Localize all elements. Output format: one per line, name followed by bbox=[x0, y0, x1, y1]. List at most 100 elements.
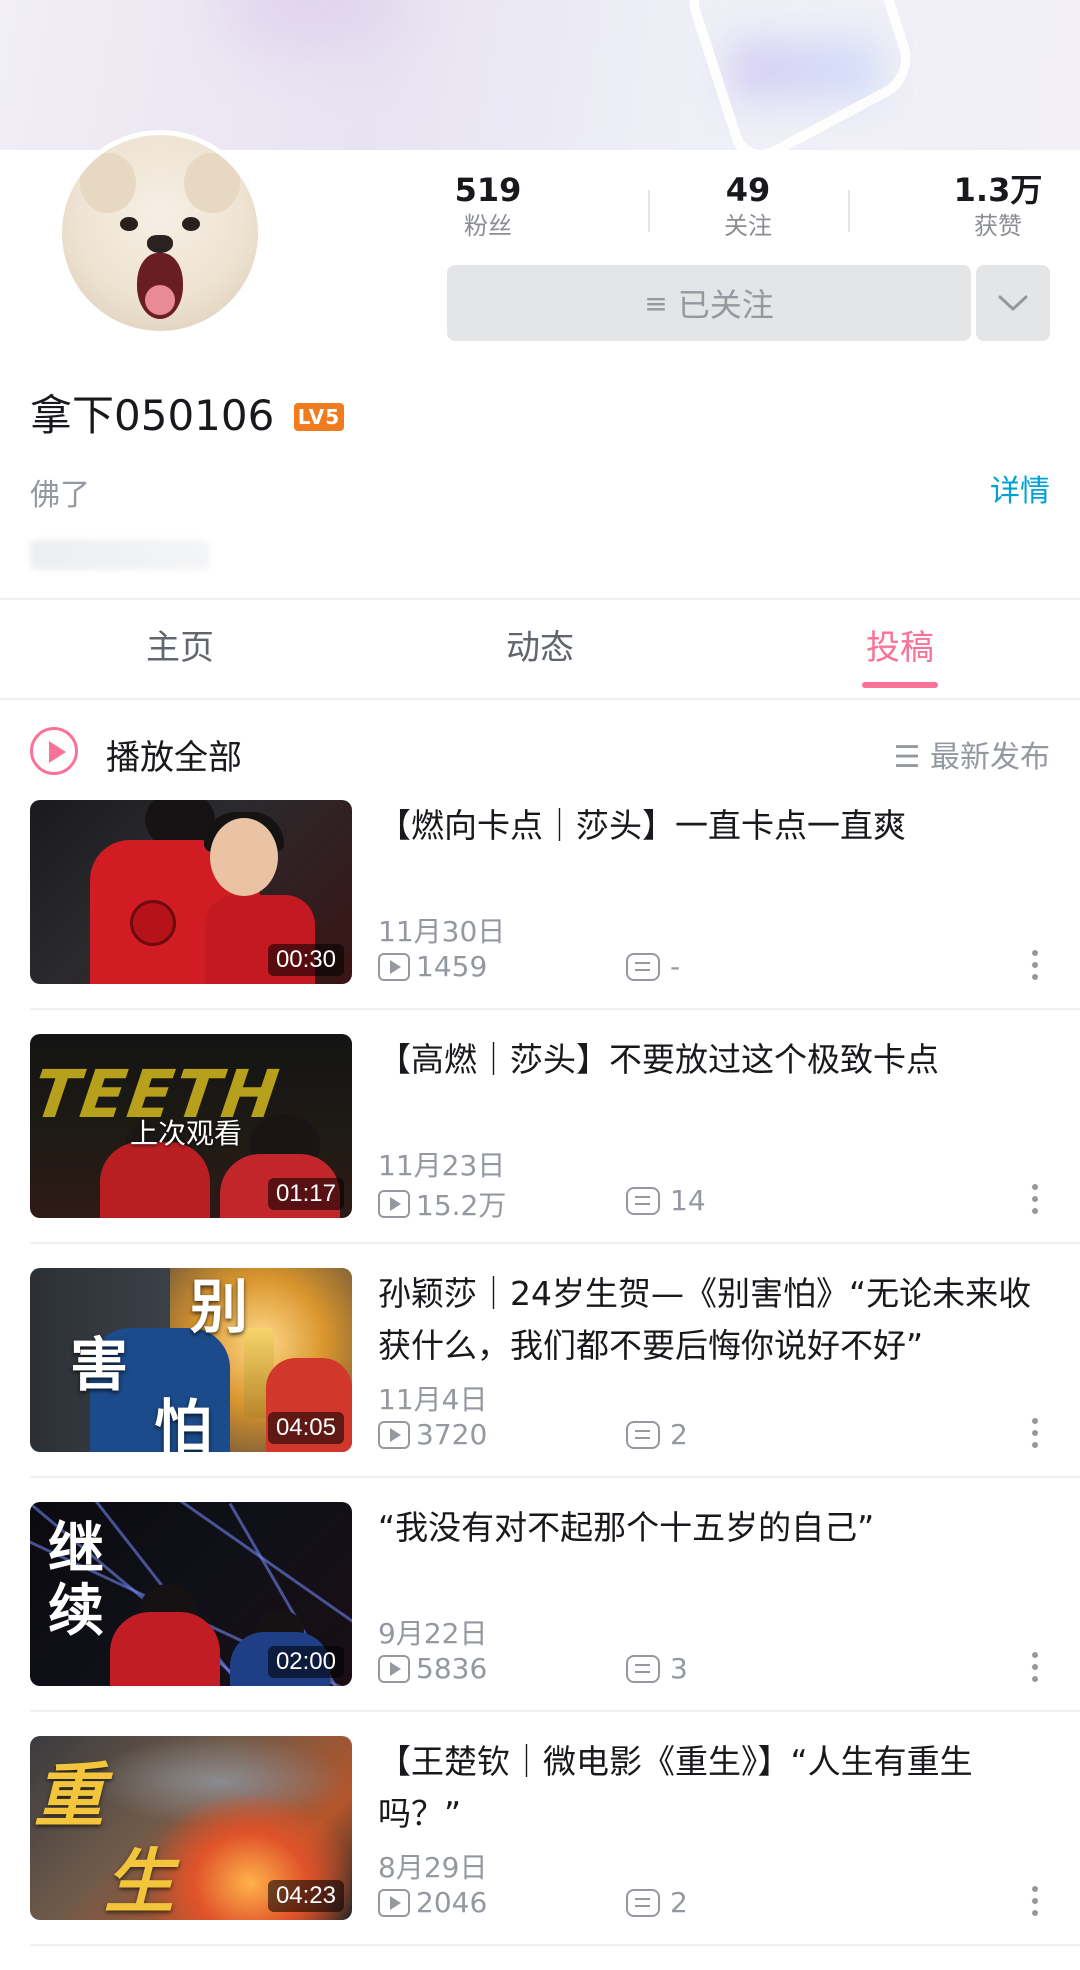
last-watched-label: 上次观看 bbox=[130, 1117, 243, 1150]
thumb-text: 怕 bbox=[154, 1393, 213, 1452]
thumb-text: 生 bbox=[104, 1840, 174, 1920]
video-date: 11月4日 bbox=[378, 1383, 488, 1416]
video-comments: 2 bbox=[626, 1418, 688, 1451]
stat-value: 1.3万 bbox=[953, 171, 1043, 209]
comment-count: - bbox=[670, 950, 681, 983]
thumb-paddle bbox=[130, 900, 176, 946]
play-count-icon bbox=[378, 1654, 410, 1683]
play-all-button[interactable]: 播放全部 bbox=[106, 730, 242, 779]
video-views: 2046 bbox=[378, 1886, 487, 1919]
thumb-text: 续 bbox=[48, 1578, 104, 1644]
comment-icon bbox=[626, 1654, 660, 1683]
video-date: 11月23日 bbox=[378, 1149, 506, 1182]
chevron-down-icon bbox=[998, 295, 1028, 311]
stat-following[interactable]: 49 关注 bbox=[668, 170, 828, 242]
play-count-icon bbox=[378, 952, 410, 981]
video-title[interactable]: 【燃向卡点｜莎头】一直卡点一直爽 bbox=[378, 800, 1050, 852]
tab-dynamic[interactable]: 动态 bbox=[440, 620, 640, 669]
comment-icon bbox=[626, 952, 660, 981]
stat-divider bbox=[648, 190, 650, 232]
username: 拿下050106 bbox=[30, 391, 275, 440]
stat-fans[interactable]: 519 粉丝 bbox=[408, 170, 568, 242]
sort-lines-icon: ☰ bbox=[893, 740, 921, 775]
view-count: 3720 bbox=[416, 1418, 488, 1451]
video-thumbnail[interactable]: 重 生 04:23 bbox=[30, 1736, 352, 1920]
avatar-ear bbox=[80, 153, 136, 213]
play-count-icon bbox=[378, 1420, 410, 1449]
avatar-eye bbox=[120, 217, 138, 231]
video-item[interactable]: 00:30 【燃向卡点｜莎头】一直卡点一直爽 11月30日 1459 - bbox=[0, 800, 1080, 1034]
stat-label: 获赞 bbox=[974, 212, 1022, 240]
video-item[interactable]: TEETH 上次观看 01:17 【高燃｜莎头】不要放过这个极致卡点 11月23… bbox=[0, 1034, 1080, 1268]
more-options-icon[interactable] bbox=[1032, 1652, 1040, 1692]
tab-home[interactable]: 主页 bbox=[80, 620, 280, 669]
avatar[interactable] bbox=[57, 130, 263, 336]
thumb-text: 别 bbox=[190, 1273, 249, 1341]
signature: 佛了 bbox=[30, 478, 90, 513]
followed-button[interactable]: ≡ 已关注 bbox=[447, 265, 971, 341]
row-divider bbox=[30, 1944, 1080, 1946]
video-title[interactable]: 【高燃｜莎头】不要放过这个极致卡点 bbox=[378, 1034, 1050, 1086]
video-date: 8月29日 bbox=[378, 1851, 488, 1884]
play-all-icon[interactable] bbox=[30, 727, 78, 775]
stat-divider bbox=[848, 190, 850, 232]
more-options-icon[interactable] bbox=[1032, 1886, 1040, 1926]
row-divider bbox=[30, 1242, 1080, 1244]
tab-uploads[interactable]: 投稿 bbox=[800, 620, 1000, 669]
video-comments: 3 bbox=[626, 1652, 688, 1685]
comment-count: 2 bbox=[670, 1418, 688, 1451]
thumb-figure bbox=[100, 1142, 210, 1218]
video-thumbnail[interactable]: TEETH 上次观看 01:17 bbox=[30, 1034, 352, 1218]
video-item[interactable]: 别 害 怕 04:05 孙颖莎｜24岁生贺—《别害怕》“无论未来收获什么，我们都… bbox=[0, 1268, 1080, 1502]
stat-likes[interactable]: 1.3万 获赞 bbox=[918, 170, 1078, 242]
sort-label: 最新发布 bbox=[930, 740, 1050, 775]
view-count: 2046 bbox=[416, 1886, 488, 1919]
active-tab-indicator bbox=[862, 682, 938, 688]
video-title[interactable]: 【王楚钦｜微电影《重生》】“人生有重生吗？” bbox=[378, 1736, 1050, 1840]
video-thumbnail[interactable]: 别 害 怕 04:05 bbox=[30, 1268, 352, 1452]
video-item[interactable]: 继 续 02:00 “我没有对不起那个十五岁的自己” 9月22日 5836 3 bbox=[0, 1502, 1080, 1736]
more-options-icon[interactable] bbox=[1032, 1418, 1040, 1458]
more-options-icon[interactable] bbox=[1032, 950, 1040, 990]
comment-count: 14 bbox=[670, 1184, 706, 1217]
comment-icon bbox=[626, 1186, 660, 1215]
video-comments: 2 bbox=[626, 1886, 688, 1919]
video-duration: 00:30 bbox=[267, 944, 344, 976]
row-divider bbox=[30, 1476, 1080, 1478]
stat-value: 519 bbox=[454, 171, 522, 209]
more-options-icon[interactable] bbox=[1032, 1184, 1040, 1224]
profile-banner[interactable] bbox=[0, 0, 1080, 150]
avatar-ear bbox=[184, 153, 240, 213]
video-item[interactable]: 重 生 04:23 【王楚钦｜微电影《重生》】“人生有重生吗？” 8月29日 2… bbox=[0, 1736, 1080, 1970]
banner-play-shape bbox=[680, 0, 920, 150]
video-date: 9月22日 bbox=[378, 1617, 488, 1650]
video-comments: 14 bbox=[626, 1184, 706, 1217]
play-count-icon bbox=[378, 1190, 410, 1218]
video-duration: 02:00 bbox=[267, 1646, 344, 1678]
avatar-tongue bbox=[145, 285, 175, 315]
video-date: 11月30日 bbox=[378, 915, 506, 948]
thumb-text: 重 bbox=[34, 1754, 104, 1837]
play-count-icon bbox=[378, 1888, 410, 1917]
follow-options-button[interactable] bbox=[976, 265, 1050, 341]
section-divider bbox=[0, 598, 1080, 600]
thumb-figure bbox=[210, 818, 278, 896]
stat-label: 粉丝 bbox=[464, 212, 512, 240]
video-title[interactable]: 孙颖莎｜24岁生贺—《别害怕》“无论未来收获什么，我们都不要后悔你说好不好” bbox=[378, 1268, 1050, 1372]
video-thumbnail[interactable]: 00:30 bbox=[30, 800, 352, 984]
view-count: 1459 bbox=[416, 950, 488, 983]
blurred-info bbox=[30, 540, 210, 570]
stat-value: 49 bbox=[725, 171, 771, 209]
comment-count: 3 bbox=[670, 1652, 688, 1685]
video-title[interactable]: “我没有对不起那个十五岁的自己” bbox=[378, 1502, 1050, 1554]
video-thumbnail[interactable]: 继 续 02:00 bbox=[30, 1502, 352, 1686]
sort-button[interactable]: ☰ 最新发布 bbox=[894, 732, 1050, 776]
video-views: 3720 bbox=[378, 1418, 487, 1451]
view-count: 5836 bbox=[416, 1652, 488, 1685]
avatar-nose bbox=[147, 235, 173, 253]
row-divider bbox=[30, 1008, 1080, 1010]
detail-link[interactable]: 详情 bbox=[990, 466, 1050, 510]
level-badge: LV5 bbox=[294, 403, 344, 431]
video-duration: 01:17 bbox=[267, 1178, 344, 1210]
video-duration: 04:05 bbox=[267, 1412, 344, 1444]
